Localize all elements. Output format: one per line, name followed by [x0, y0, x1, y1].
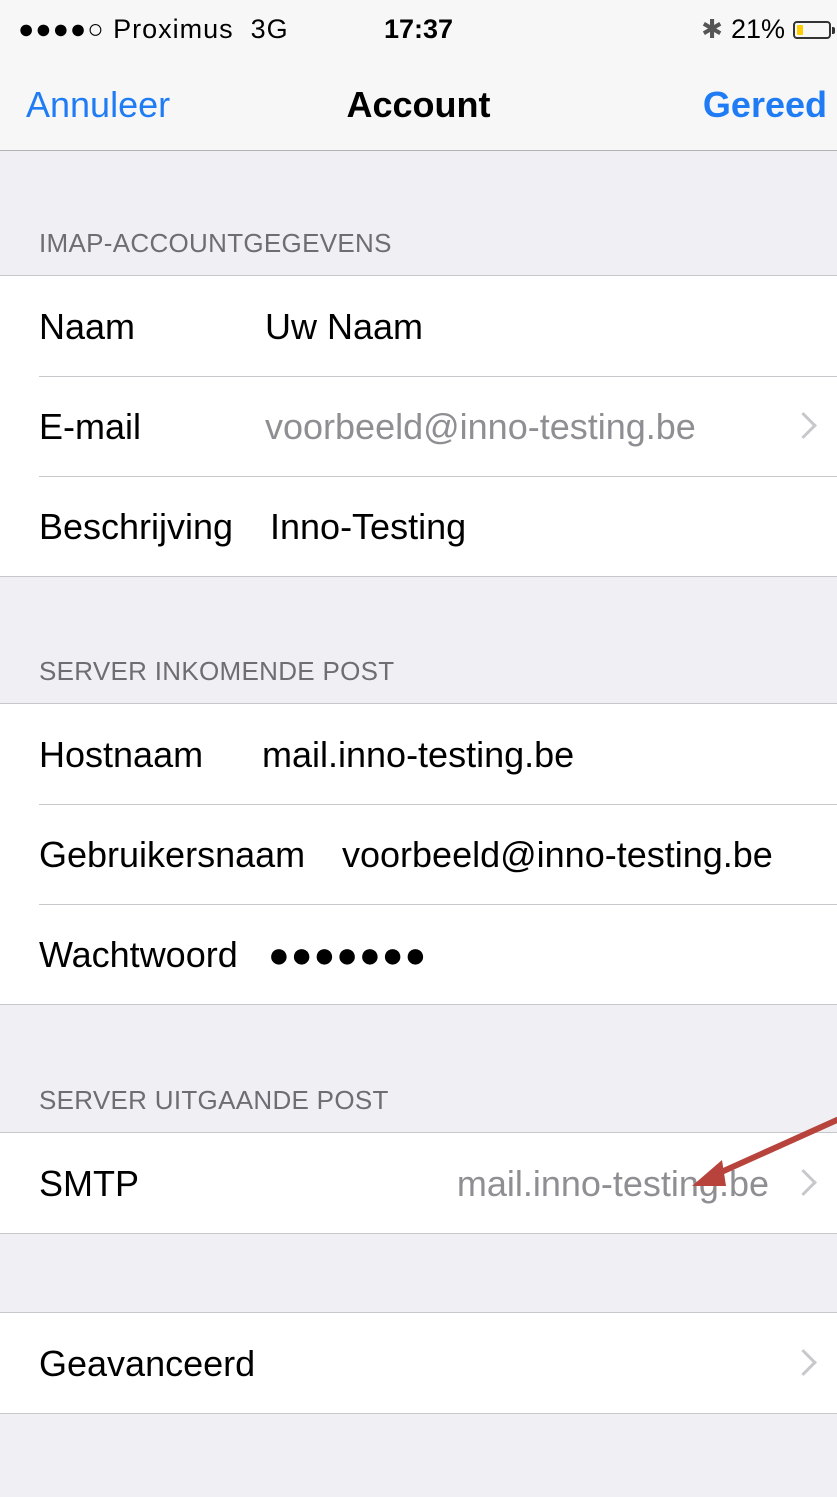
- name-field[interactable]: Uw Naam: [265, 306, 423, 348]
- chevron-right-icon: [790, 1169, 817, 1196]
- chevron-right-icon: [790, 1349, 817, 1376]
- smtp-label: SMTP: [39, 1163, 140, 1204]
- password-row[interactable]: Wachtwoord ●●●●●●●: [0, 904, 837, 1004]
- bluetooth-icon: ✱: [701, 14, 723, 44]
- status-right: ✱ 21%: [701, 14, 835, 45]
- description-field[interactable]: Inno-Testing: [270, 506, 466, 548]
- advanced-group: Geavanceerd: [0, 1312, 837, 1414]
- password-field[interactable]: ●●●●●●●: [268, 934, 427, 976]
- battery-percent: 21%: [730, 14, 785, 44]
- email-value[interactable]: voorbeeld@inno-testing.be: [265, 406, 696, 448]
- outgoing-section-header: SERVER UITGAANDE POST: [39, 1085, 389, 1115]
- username-field[interactable]: voorbeeld@inno-testing.be: [342, 834, 773, 876]
- imap-section-header: IMAP-ACCOUNTGEGEVENS: [39, 228, 392, 258]
- password-label: Wachtwoord: [39, 934, 238, 975]
- hostname-field[interactable]: mail.inno-testing.be: [262, 734, 574, 776]
- hostname-label: Hostnaam: [39, 734, 204, 775]
- email-label: E-mail: [39, 406, 142, 447]
- imap-group: Naam Uw Naam E-mail voorbeeld@inno-testi…: [0, 275, 837, 577]
- username-row[interactable]: Gebruikersnaam voorbeeld@inno-testing.be: [0, 804, 837, 904]
- outgoing-group: SMTP mail.inno-testing.be: [0, 1132, 837, 1234]
- smtp-value[interactable]: mail.inno-testing.be: [457, 1163, 769, 1205]
- smtp-row[interactable]: SMTP mail.inno-testing.be: [0, 1133, 837, 1233]
- incoming-group: Hostnaam mail.inno-testing.be Gebruikers…: [0, 703, 837, 1005]
- description-row[interactable]: Beschrijving Inno-Testing: [0, 476, 837, 576]
- advanced-row[interactable]: Geavanceerd: [0, 1313, 837, 1413]
- name-row[interactable]: Naam Uw Naam: [0, 276, 837, 376]
- incoming-section-header: SERVER INKOMENDE POST: [39, 656, 395, 686]
- username-label: Gebruikersnaam: [39, 834, 306, 875]
- battery-fill: [797, 24, 803, 35]
- battery-icon: [793, 20, 835, 39]
- hostname-row[interactable]: Hostnaam mail.inno-testing.be: [0, 704, 837, 804]
- done-button[interactable]: Gereed: [703, 84, 827, 126]
- description-label: Beschrijving: [39, 506, 234, 547]
- chevron-right-icon: [790, 412, 817, 439]
- email-row[interactable]: E-mail voorbeeld@inno-testing.be: [0, 376, 837, 476]
- name-label: Naam: [39, 306, 136, 347]
- advanced-label: Geavanceerd: [39, 1343, 256, 1384]
- status-bar: ●●●●○ Proximus 3G 17:37 ✱ 21%: [0, 0, 837, 62]
- navigation-bar: Annuleer Account Gereed: [0, 62, 837, 151]
